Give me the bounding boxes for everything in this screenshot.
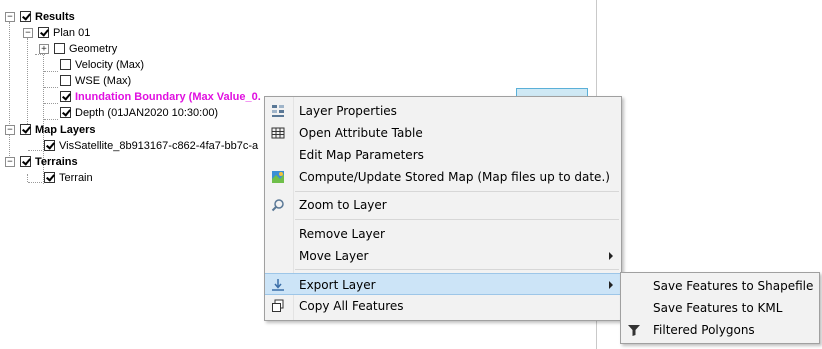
menu-item-copy-all-features[interactable]: Copy All Features xyxy=(265,295,621,317)
table-icon xyxy=(271,126,285,140)
terrains-checkbox[interactable] xyxy=(20,156,31,167)
menu-item-edit-map-parameters[interactable]: Edit Map Parameters xyxy=(265,144,621,166)
tree-node-results[interactable]: − Results xyxy=(0,9,200,25)
layer-context-menu: Layer Properties Open Attribute Table Ed… xyxy=(264,96,622,321)
menu-item-label: Save Features to KML xyxy=(653,301,783,315)
tree-node-terrains[interactable]: − Terrains xyxy=(0,154,200,170)
map-layers-checkbox[interactable] xyxy=(20,124,31,135)
menu-item-compute-update-map[interactable]: Compute/Update Stored Map (Map files up … xyxy=(265,166,621,188)
vis-satellite-checkbox[interactable] xyxy=(44,140,55,151)
menu-item-label: Layer Properties xyxy=(299,104,397,118)
tree-label-map-layers: Map Layers xyxy=(35,124,96,136)
menu-item-layer-properties[interactable]: Layer Properties xyxy=(265,100,621,122)
tree-node-inundation[interactable]: Inundation Boundary (Max Value_0. xyxy=(0,89,300,105)
geometry-checkbox[interactable] xyxy=(54,43,65,54)
compute-map-icon xyxy=(271,170,285,184)
menu-item-open-attribute-table[interactable]: Open Attribute Table xyxy=(265,122,621,144)
inundation-checkbox[interactable] xyxy=(60,91,71,102)
velocity-checkbox[interactable] xyxy=(60,59,71,70)
expand-icon[interactable]: + xyxy=(39,44,49,54)
submenu-arrow-icon xyxy=(609,252,613,260)
menu-item-export-layer[interactable]: Export Layer xyxy=(265,273,621,295)
tree-node-plan[interactable]: − Plan 01 xyxy=(0,25,200,41)
tree-label-terrain: Terrain xyxy=(59,172,93,184)
tree-label-results: Results xyxy=(35,11,75,23)
menu-item-zoom-to-layer[interactable]: Zoom to Layer xyxy=(265,194,621,216)
collapse-icon[interactable]: − xyxy=(5,12,15,22)
menu-item-label: Save Features to Shapefile xyxy=(653,279,814,293)
tree-label-geometry: Geometry xyxy=(69,43,118,55)
menu-item-label: Move Layer xyxy=(299,249,369,263)
filter-icon xyxy=(627,323,641,337)
submenu-item-save-shapefile[interactable]: Save Features to Shapefile xyxy=(621,275,819,297)
tree-label-depth: Depth (01JAN2020 10:30:00) xyxy=(75,107,219,119)
collapse-icon[interactable]: − xyxy=(5,157,15,167)
tree-label-plan: Plan 01 xyxy=(53,27,91,39)
export-submenu: Save Features to Shapefile Save Features… xyxy=(620,272,820,344)
plan-checkbox[interactable] xyxy=(38,27,49,38)
tree-label-vis-satellite: VisSatellite_8b913167-c862-4fa7-bb7c-a xyxy=(59,140,259,152)
menu-item-label: Open Attribute Table xyxy=(299,126,423,140)
tree-node-vis-satellite[interactable]: VisSatellite_8b913167-c862-4fa7-bb7c-a xyxy=(0,138,262,154)
terrain-checkbox[interactable] xyxy=(44,172,55,183)
menu-separator xyxy=(295,219,619,220)
menu-item-label: Zoom to Layer xyxy=(299,198,387,212)
submenu-item-save-kml[interactable]: Save Features to KML xyxy=(621,297,819,319)
menu-item-label: Compute/Update Stored Map (Map files up … xyxy=(299,170,610,184)
menu-item-label: Export Layer xyxy=(299,278,376,292)
tree-label-velocity: Velocity (Max) xyxy=(75,59,145,71)
results-checkbox[interactable] xyxy=(20,11,31,22)
tree-node-geometry[interactable]: + Geometry xyxy=(0,41,200,57)
tree-node-velocity[interactable]: Velocity (Max) xyxy=(0,57,200,73)
menu-separator xyxy=(295,191,619,192)
menu-item-label: Copy All Features xyxy=(299,299,404,313)
menu-item-label: Filtered Polygons xyxy=(653,323,755,337)
tree-node-wse[interactable]: WSE (Max) xyxy=(0,73,200,89)
submenu-arrow-icon xyxy=(609,281,613,289)
collapse-icon[interactable]: − xyxy=(23,28,33,38)
zoom-icon xyxy=(271,198,285,212)
submenu-item-filtered-polygons[interactable]: Filtered Polygons xyxy=(621,319,819,341)
tree-label-terrains: Terrains xyxy=(35,156,78,168)
tree-label-wse: WSE (Max) xyxy=(75,75,132,87)
menu-separator xyxy=(295,269,619,270)
wse-checkbox[interactable] xyxy=(60,75,71,86)
menu-item-label: Edit Map Parameters xyxy=(299,148,424,162)
collapse-icon[interactable]: − xyxy=(5,125,15,135)
menu-item-label: Remove Layer xyxy=(299,227,385,241)
depth-checkbox[interactable] xyxy=(60,107,71,118)
copy-icon xyxy=(271,299,285,313)
tree-node-terrain[interactable]: Terrain xyxy=(0,170,200,186)
tree-label-inundation: Inundation Boundary (Max Value_0. xyxy=(75,91,261,103)
layer-properties-icon xyxy=(271,104,285,118)
tree-node-map-layers[interactable]: − Map Layers xyxy=(0,122,200,138)
menu-item-remove-layer[interactable]: Remove Layer xyxy=(265,223,621,245)
tree-node-depth[interactable]: Depth (01JAN2020 10:30:00) xyxy=(0,105,250,121)
menu-item-move-layer[interactable]: Move Layer xyxy=(265,245,621,267)
export-icon xyxy=(271,278,285,292)
